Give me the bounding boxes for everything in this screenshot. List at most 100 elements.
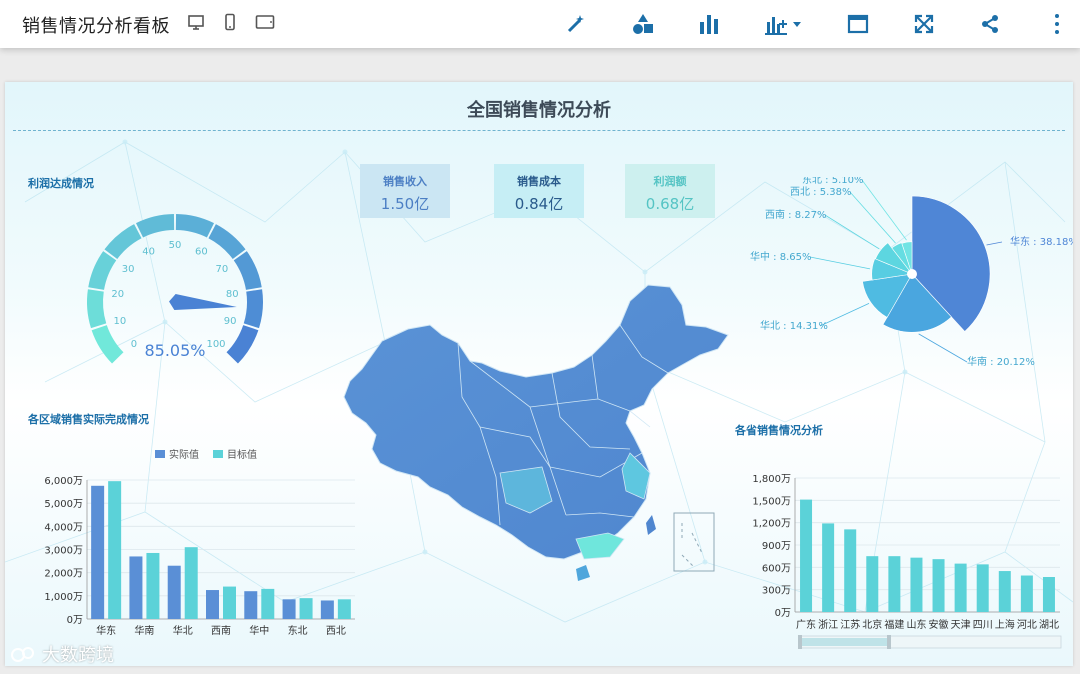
region-bar[interactable]: [146, 552, 160, 619]
add-chart-icon[interactable]: [763, 11, 805, 37]
dashboard-title: 全国销售情况分析: [467, 100, 611, 121]
magic-wand-icon[interactable]: [563, 11, 589, 37]
x-tick-label: 西北: [326, 625, 346, 637]
rose-slice-label: 华南 : 20.12%: [967, 355, 1035, 368]
y-tick-label: 600万: [762, 563, 791, 574]
gauge-segment: [87, 289, 107, 329]
south-sea-islands: [681, 523, 703, 568]
gauge-tick-label: 0: [131, 339, 137, 350]
kpi-value: 1.50亿: [380, 195, 430, 213]
rose-slice-label: 华中 : 8.65%: [750, 250, 812, 263]
gauge-tick-label: 20: [111, 289, 124, 300]
kpi-label: 销售成本: [517, 175, 561, 188]
rose-label-line: [849, 191, 896, 244]
region-bar-chart[interactable]: 0万 1,000万 2,000万 3,000万 4,000万 5,000万 6,000万华东…: [5, 467, 375, 652]
gauge-section-title: 利润达成情况: [28, 177, 94, 190]
x-tick-label: 浙江: [818, 619, 838, 631]
gauge-tick-label: 40: [142, 246, 155, 257]
rose-slice-label: 西南 : 8.27%: [765, 208, 827, 221]
province-section-title: 各省销售情况分析: [735, 424, 823, 437]
province-bar[interactable]: [998, 571, 1011, 612]
region-bar[interactable]: [337, 599, 351, 619]
china-map[interactable]: [330, 277, 735, 587]
shapes-icon[interactable]: [630, 11, 656, 37]
gauge-tick-label: 100: [206, 339, 225, 350]
x-tick-label: 华中: [249, 624, 269, 637]
region-bar[interactable]: [206, 590, 219, 619]
zoom-slider-handle-left[interactable]: [798, 635, 802, 649]
gauge-segment: [91, 325, 124, 364]
x-tick-label: 北京: [862, 618, 882, 631]
region-bar[interactable]: [261, 588, 275, 619]
legend-swatch: [155, 449, 165, 458]
province-bar[interactable]: [866, 556, 879, 612]
layout-icon[interactable]: [845, 11, 871, 37]
province-bar[interactable]: [1020, 575, 1033, 612]
y-tick-label: 6,000万: [44, 476, 83, 487]
gauge-segment: [88, 251, 117, 290]
map-mainland-region[interactable]: [343, 284, 729, 560]
gauge-tick-label: 30: [122, 264, 135, 275]
x-tick-label: 四川: [973, 620, 993, 631]
region-bar[interactable]: [223, 586, 236, 619]
province-bar[interactable]: [1042, 577, 1055, 612]
y-tick-label: 1,200万: [752, 519, 791, 530]
province-bar[interactable]: [888, 556, 901, 612]
x-tick-label: 上海: [995, 618, 1015, 631]
x-tick-label: 福建: [884, 618, 904, 631]
y-tick-label: 900万: [762, 541, 791, 552]
map-taiwan-region[interactable]: [646, 515, 656, 535]
share-icon[interactable]: [977, 11, 1003, 37]
rose-label-line: [918, 333, 968, 363]
zoom-slider-handle-right[interactable]: [887, 635, 891, 649]
gauge-tick-label: 10: [113, 316, 126, 327]
legend-item-target[interactable]: 目标值: [213, 446, 257, 461]
map-hainan-region[interactable]: [576, 565, 590, 581]
region-bar[interactable]: [129, 556, 143, 619]
province-bar[interactable]: [976, 564, 989, 612]
x-tick-label: 天津: [951, 619, 971, 631]
profit-gauge-chart[interactable]: 0 10 20 30 40 50 60 70 80 90 10085.05%: [65, 192, 275, 372]
region-bar[interactable]: [91, 485, 105, 619]
province-bar[interactable]: [822, 523, 835, 612]
region-share-rose-chart[interactable]: 华东 : 38.18% 华南 : 20.12% 华北 : 14.31% 华中 : 8.…: [705, 177, 1073, 392]
south-sea-inset: [673, 512, 715, 572]
region-bar[interactable]: [184, 547, 198, 619]
kpi-value: 0.68亿: [645, 195, 695, 213]
gauge-segment: [104, 224, 142, 259]
gauge-segment: [243, 289, 263, 329]
more-icon[interactable]: [1044, 11, 1070, 37]
legend-item-actual[interactable]: 实际值: [155, 446, 199, 461]
province-bar[interactable]: [954, 563, 967, 612]
region-bar[interactable]: [167, 565, 181, 619]
province-bar[interactable]: [910, 557, 923, 612]
kpi-card-revenue[interactable]: 销售收入 1.50亿: [360, 164, 450, 218]
kpi-card-cost[interactable]: 销售成本 0.84亿: [494, 164, 584, 218]
region-section-title: 各区域销售实际完成情况: [28, 413, 149, 426]
province-bar-chart[interactable]: 0万 300万 600万 900万 1,200万 1,500万 1,800万广东 浙江 江苏 北京…: [725, 462, 1073, 652]
dashboard-panel: 全国销售情况分析 利润达成情况 各区域销售实际完成情况 各省销售情况分析 销售收…: [5, 82, 1073, 666]
gauge-value: 85.05%: [144, 341, 205, 360]
rose-slice-label: 华北 : 14.31%: [760, 319, 828, 332]
region-bar[interactable]: [282, 599, 296, 619]
province-bar[interactable]: [800, 499, 813, 612]
kpi-card-profit[interactable]: 利润额 0.68亿: [625, 164, 715, 218]
region-bar[interactable]: [108, 481, 122, 619]
gauge-tick-label: 70: [216, 264, 229, 275]
region-bar[interactable]: [244, 591, 258, 619]
fullscreen-icon[interactable]: [911, 11, 937, 37]
y-tick-label: 4,000万: [44, 522, 83, 533]
x-tick-label: 安徽: [929, 618, 949, 631]
province-bar[interactable]: [844, 529, 857, 612]
rose-label-line: [809, 256, 871, 270]
region-bar[interactable]: [299, 598, 313, 619]
province-bar[interactable]: [932, 559, 945, 612]
kpi-label: 销售收入: [383, 175, 427, 188]
gauge-segment: [233, 251, 262, 290]
kpi-label: 利润额: [653, 175, 687, 188]
zoom-slider-selection[interactable]: [801, 638, 889, 646]
y-tick-label: 0万: [775, 608, 791, 619]
region-bar[interactable]: [320, 600, 334, 619]
bar-chart-icon[interactable]: [696, 11, 722, 37]
x-tick-label: 西南: [211, 624, 231, 637]
